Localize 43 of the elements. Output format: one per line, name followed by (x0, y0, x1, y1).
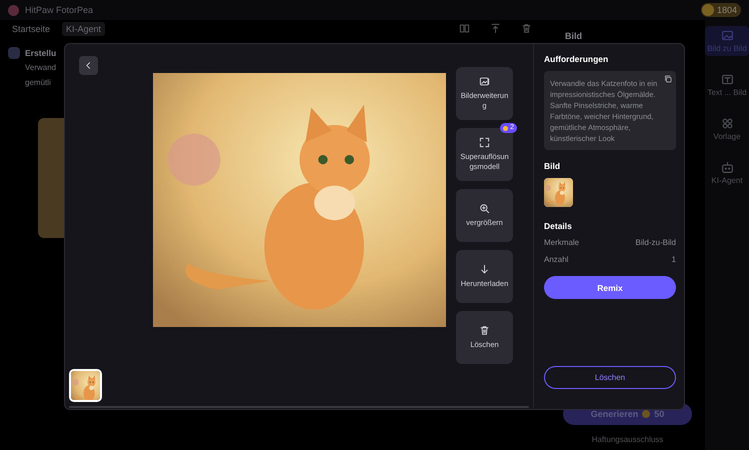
nav-tab[interactable]: KI-Agent (62, 22, 106, 36)
thumbnail[interactable] (69, 369, 102, 402)
book-icon (459, 23, 470, 34)
image-icon (720, 29, 734, 42)
detail-value: Bild-zu-Bild (636, 238, 676, 247)
section-title: Aufforderungen (544, 54, 610, 64)
zoom-icon (479, 203, 490, 214)
side-tab[interactable]: Text ... Bild (705, 70, 749, 100)
remix-button[interactable]: Remix (544, 276, 676, 299)
delete-button[interactable]: Löschen (544, 366, 676, 389)
chat-title: Erstellu (25, 48, 56, 58)
disclaimer-link[interactable]: Haftungsausschluss (592, 435, 664, 444)
upload-icon (490, 23, 501, 34)
trash-icon (521, 23, 532, 34)
delete-icon (479, 325, 490, 336)
avatar-icon (8, 47, 20, 59)
section-title: Bild (544, 161, 562, 171)
expand-icon (479, 76, 490, 87)
side-tab[interactable]: KI-Agent (705, 158, 749, 188)
side-tab[interactable]: Vorlage (705, 114, 749, 144)
grid-icon (720, 117, 734, 130)
credits-badge: 1804 (700, 3, 741, 17)
section-title: Details (544, 221, 573, 231)
image-thumbnail-drawing (544, 178, 573, 207)
panel-title: Bild (565, 31, 582, 41)
app-logo (8, 4, 19, 16)
nav-tab[interactable]: Startseite (8, 22, 54, 36)
thumbnail-drawing (71, 371, 100, 400)
text-icon (720, 73, 734, 86)
coin-icon (642, 410, 650, 418)
coin-icon (702, 4, 714, 16)
detail-label: Anzahl (544, 255, 568, 264)
detail-label: Merkmale (544, 238, 580, 247)
upscale-icon (479, 137, 490, 148)
download-icon (479, 264, 490, 275)
app-title: HitPaw FotorPea (25, 5, 94, 15)
chevron-left-icon (84, 61, 93, 70)
bot-icon (720, 161, 734, 174)
back-button[interactable] (79, 56, 98, 75)
detail-value: 1 (672, 255, 676, 264)
chat-text: Verwand (25, 62, 56, 74)
chat-text: gemütli (25, 77, 51, 89)
copy-icon (664, 75, 672, 83)
